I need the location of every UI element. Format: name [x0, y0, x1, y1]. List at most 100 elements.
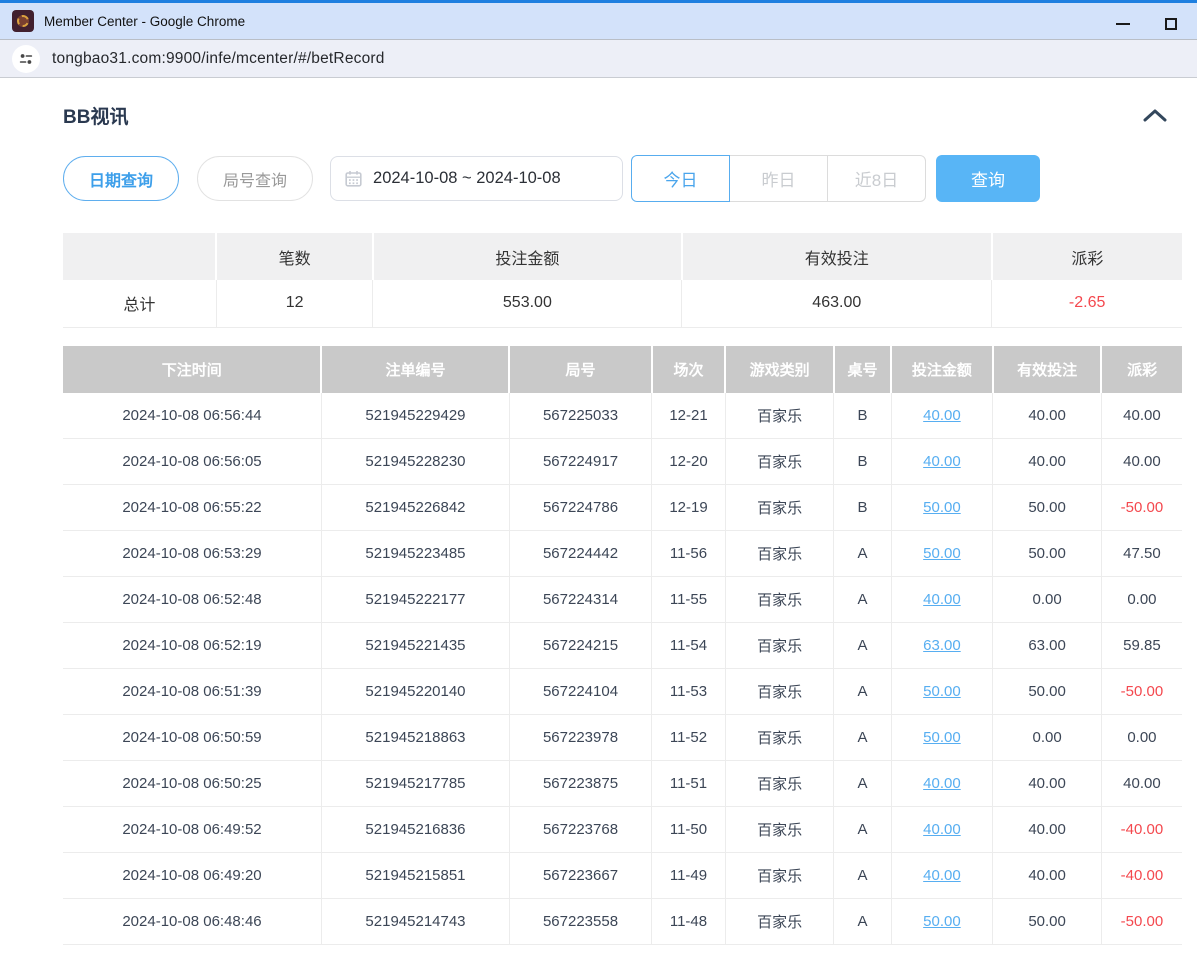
- payout-cell: -50.00: [1101, 669, 1182, 715]
- search-button[interactable]: 查询: [936, 155, 1040, 202]
- summary-header-valid-bet: 有效投注: [682, 233, 992, 280]
- table-code-cell: B: [834, 439, 891, 485]
- bet-amount-link[interactable]: 50.00: [923, 683, 961, 700]
- maximize-button[interactable]: [1147, 6, 1195, 42]
- minimize-button[interactable]: [1099, 6, 1147, 42]
- bet-id-cell: 521945218863: [321, 715, 509, 761]
- bet-amount-link[interactable]: 40.00: [923, 453, 961, 470]
- round-id-cell: 567223558: [509, 899, 651, 945]
- valid-bet-cell: 40.00: [993, 393, 1102, 439]
- bet-time-cell: 2024-10-08 06:48:46: [63, 899, 321, 945]
- bet-amount-link[interactable]: 50.00: [923, 913, 961, 930]
- game-type-cell: 百家乐: [725, 577, 834, 623]
- table-code-cell: A: [834, 623, 891, 669]
- table-code-cell: A: [834, 807, 891, 853]
- bet-amount-link[interactable]: 40.00: [923, 821, 961, 838]
- page-title: BB视讯: [63, 102, 128, 129]
- bet-amount-link[interactable]: 50.00: [923, 545, 961, 562]
- bet-id-cell: 521945215851: [321, 853, 509, 899]
- date-query-tab[interactable]: 日期查询: [63, 156, 179, 201]
- session-cell: 12-20: [652, 439, 726, 485]
- summary-count-value: 12: [216, 280, 373, 327]
- bet-record-page: BB视讯 日期查询 局号查询 2024-10-08 ~ 2024-10-08: [0, 102, 1197, 945]
- calendar-icon: [345, 170, 362, 187]
- table-row: 2024-10-08 06:50:59521945218863567223978…: [63, 715, 1182, 761]
- payout-cell: -50.00: [1101, 485, 1182, 531]
- quick-range-group: 今日 昨日 近8日: [631, 155, 926, 202]
- bet-amount-cell: 63.00: [891, 623, 993, 669]
- session-cell: 11-48: [652, 899, 726, 945]
- bet-amount-cell: 50.00: [891, 899, 993, 945]
- date-range-picker[interactable]: 2024-10-08 ~ 2024-10-08: [330, 156, 623, 201]
- address-bar: tongbao31.com:9900/infe/mcenter/#/betRec…: [0, 40, 1197, 78]
- bet-id-cell: 521945226842: [321, 485, 509, 531]
- header-game-type: 游戏类别: [725, 346, 834, 393]
- session-cell: 11-51: [652, 761, 726, 807]
- table-row: 2024-10-08 06:49:52521945216836567223768…: [63, 807, 1182, 853]
- round-query-tab[interactable]: 局号查询: [197, 156, 313, 201]
- table-row: 2024-10-08 06:52:48521945222177567224314…: [63, 577, 1182, 623]
- payout-cell: 0.00: [1101, 577, 1182, 623]
- window-titlebar: Member Center - Google Chrome: [0, 0, 1197, 40]
- table-code-cell: A: [834, 577, 891, 623]
- bet-amount-link[interactable]: 40.00: [923, 775, 961, 792]
- summary-header-payout: 派彩: [992, 233, 1182, 280]
- valid-bet-cell: 50.00: [993, 899, 1102, 945]
- valid-bet-cell: 50.00: [993, 669, 1102, 715]
- payout-cell: 40.00: [1101, 393, 1182, 439]
- header-payout: 派彩: [1101, 346, 1182, 393]
- round-id-cell: 567224104: [509, 669, 651, 715]
- bet-amount-cell: 40.00: [891, 807, 993, 853]
- table-row: 2024-10-08 06:48:46521945214743567223558…: [63, 899, 1182, 945]
- bet-amount-link[interactable]: 63.00: [923, 637, 961, 654]
- table-row: 2024-10-08 06:56:05521945228230567224917…: [63, 439, 1182, 485]
- game-type-cell: 百家乐: [725, 807, 834, 853]
- bet-time-cell: 2024-10-08 06:50:25: [63, 761, 321, 807]
- bet-table-body: 2024-10-08 06:56:44521945229429567225033…: [63, 393, 1182, 945]
- summary-payout-value: -2.65: [992, 280, 1182, 327]
- bet-id-cell: 521945217785: [321, 761, 509, 807]
- round-id-cell: 567224786: [509, 485, 651, 531]
- bet-amount-link[interactable]: 40.00: [923, 867, 961, 884]
- summary-bet-amount-value: 553.00: [373, 280, 682, 327]
- quick-range-yesterday[interactable]: 昨日: [729, 155, 828, 202]
- bet-time-cell: 2024-10-08 06:52:19: [63, 623, 321, 669]
- section-header: BB视讯: [63, 102, 1182, 129]
- header-bet-amount: 投注金额: [891, 346, 993, 393]
- table-code-cell: A: [834, 715, 891, 761]
- session-cell: 11-55: [652, 577, 726, 623]
- summary-header-bet-amount: 投注金额: [373, 233, 682, 280]
- header-session: 场次: [652, 346, 726, 393]
- table-row: 2024-10-08 06:50:25521945217785567223875…: [63, 761, 1182, 807]
- bet-amount-link[interactable]: 50.00: [923, 499, 961, 516]
- bet-time-cell: 2024-10-08 06:56:44: [63, 393, 321, 439]
- valid-bet-cell: 40.00: [993, 853, 1102, 899]
- session-cell: 11-56: [652, 531, 726, 577]
- bet-amount-link[interactable]: 40.00: [923, 407, 961, 424]
- round-id-cell: 567224442: [509, 531, 651, 577]
- bet-amount-cell: 40.00: [891, 577, 993, 623]
- session-cell: 11-53: [652, 669, 726, 715]
- payout-cell: -50.00: [1101, 899, 1182, 945]
- round-id-cell: 567223875: [509, 761, 651, 807]
- payout-cell: -40.00: [1101, 853, 1182, 899]
- table-row: 2024-10-08 06:51:39521945220140567224104…: [63, 669, 1182, 715]
- game-type-cell: 百家乐: [725, 485, 834, 531]
- valid-bet-cell: 50.00: [993, 531, 1102, 577]
- game-type-cell: 百家乐: [725, 531, 834, 577]
- collapse-section-button[interactable]: [1142, 108, 1168, 123]
- table-code-cell: B: [834, 485, 891, 531]
- tune-icon[interactable]: [12, 45, 40, 73]
- quick-range-today[interactable]: 今日: [631, 155, 730, 202]
- url-text[interactable]: tongbao31.com:9900/infe/mcenter/#/betRec…: [52, 50, 385, 68]
- header-bet-time: 下注时间: [63, 346, 321, 393]
- bet-time-cell: 2024-10-08 06:52:48: [63, 577, 321, 623]
- bet-id-cell: 521945222177: [321, 577, 509, 623]
- bet-id-cell: 521945214743: [321, 899, 509, 945]
- bet-table-header-row: 下注时间 注单编号 局号 场次 游戏类别 桌号 投注金额 有效投注 派彩: [63, 346, 1182, 393]
- bet-amount-link[interactable]: 50.00: [923, 729, 961, 746]
- bet-amount-link[interactable]: 40.00: [923, 591, 961, 608]
- casino-chip-icon: [12, 10, 34, 32]
- date-range-value: 2024-10-08 ~ 2024-10-08: [373, 169, 561, 188]
- quick-range-last8days[interactable]: 近8日: [827, 155, 926, 202]
